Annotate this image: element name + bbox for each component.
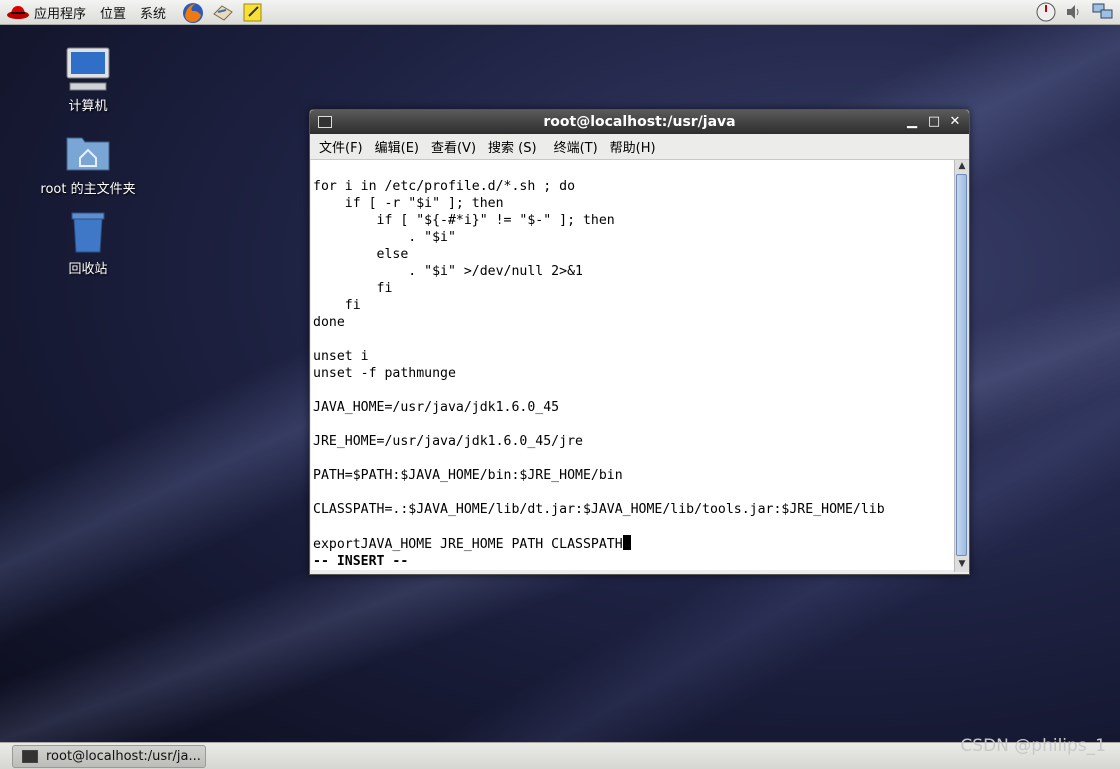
terminal-scrollbar[interactable]: ▲ ▼ (954, 160, 969, 572)
terminal-line: JRE_HOME=/usr/java/jdk1.6.0_45/jre (313, 434, 583, 449)
taskbar-button-label: root@localhost:/usr/ja... (46, 749, 201, 764)
terminal-line: else (313, 247, 409, 262)
terminal-menubar: 文件(F) 编辑(E) 查看(V) 搜索 (S) 终端(T) 帮助(H) (310, 134, 969, 160)
menu-help[interactable]: 帮助(H) (610, 137, 656, 156)
menu-terminal[interactable]: 终端(T) (554, 137, 598, 156)
menu-system[interactable]: 系统 (140, 3, 166, 22)
terminal-line: done (313, 315, 345, 330)
watermark: CSDN @philips_1 (960, 736, 1106, 756)
desktop-icon-trash[interactable]: 回收站 (33, 208, 143, 277)
menu-places[interactable]: 位置 (100, 3, 126, 22)
desktop-icon-label: 回收站 (68, 262, 108, 277)
terminal-current-line: exportJAVA_HOME JRE_HOME PATH CLASSPATH (313, 537, 623, 552)
menu-file[interactable]: 文件(F) (319, 137, 363, 156)
system-tray (1036, 2, 1114, 22)
scroll-down-icon[interactable]: ▼ (955, 558, 969, 571)
terminal-content[interactable]: for i in /etc/profile.d/*.sh ; do if [ -… (311, 160, 954, 570)
terminal-line: fi (313, 281, 393, 296)
vim-mode-line: -- INSERT -- (313, 554, 409, 569)
mail-icon[interactable] (212, 2, 233, 22)
terminal-line: CLASSPATH=.:$JAVA_HOME/lib/dt.jar:$JAVA_… (313, 502, 885, 517)
terminal-line: . "$i" (313, 230, 456, 245)
terminal-line: . "$i" >/dev/null 2>&1 (313, 264, 583, 279)
volume-icon[interactable] (1064, 2, 1084, 22)
window-titlebar[interactable]: root@localhost:/usr/java ▁ □ ✕ (310, 110, 969, 134)
bottom-panel: root@localhost:/usr/ja... (0, 742, 1120, 769)
terminal-line: fi (313, 298, 361, 313)
network-icon[interactable] (1092, 2, 1114, 22)
firefox-icon[interactable] (182, 2, 204, 23)
desktop-icon-home[interactable]: root 的主文件夹 (33, 128, 143, 197)
menu-view[interactable]: 查看(V) (431, 137, 476, 156)
terminal-line: PATH=$PATH:$JAVA_HOME/bin:$JRE_HOME/bin (313, 468, 623, 483)
terminal-line: JAVA_HOME=/usr/java/jdk1.6.0_45 (313, 400, 560, 415)
computer-icon (64, 45, 112, 93)
desktop-icon-label: root 的主文件夹 (40, 182, 136, 197)
scroll-up-icon[interactable]: ▲ (955, 160, 969, 173)
window-title: root@localhost:/usr/java (543, 114, 736, 130)
desktop-icon-computer[interactable]: 计算机 (33, 45, 143, 114)
terminal-line: for i in /etc/profile.d/*.sh ; do (313, 179, 576, 194)
maximize-icon[interactable]: □ (925, 113, 943, 131)
terminal-line: unset -f pathmunge (313, 366, 456, 381)
terminal-line: if [ -r "$i" ]; then (313, 196, 504, 211)
terminal-icon (22, 750, 38, 763)
menu-search[interactable]: 搜索 (S) (488, 137, 537, 156)
clock-icon[interactable] (1036, 2, 1056, 22)
terminal-window[interactable]: root@localhost:/usr/java ▁ □ ✕ 文件(F) 编辑(… (309, 109, 970, 575)
taskbar-button-terminal[interactable]: root@localhost:/usr/ja... (12, 745, 206, 768)
menu-applications[interactable]: 应用程序 (34, 3, 86, 22)
top-panel: 应用程序 位置 系统 (0, 0, 1120, 25)
terminal-line: if [ "${-#*i}" != "$-" ]; then (313, 213, 615, 228)
scroll-thumb[interactable] (956, 174, 967, 556)
menu-edit[interactable]: 编辑(E) (375, 137, 419, 156)
terminal-text: for i in /etc/profile.d/*.sh ; do if [ -… (313, 178, 885, 570)
trash-icon (64, 208, 112, 256)
redhat-logo-icon[interactable] (6, 3, 29, 21)
notes-icon[interactable] (242, 2, 262, 22)
desktop-icon-label: 计算机 (68, 99, 108, 114)
terminal-line: unset i (313, 349, 369, 364)
home-folder-icon (64, 128, 112, 176)
close-icon[interactable]: ✕ (946, 113, 964, 131)
text-cursor (622, 535, 631, 550)
minimize-icon[interactable]: ▁ (903, 113, 921, 131)
